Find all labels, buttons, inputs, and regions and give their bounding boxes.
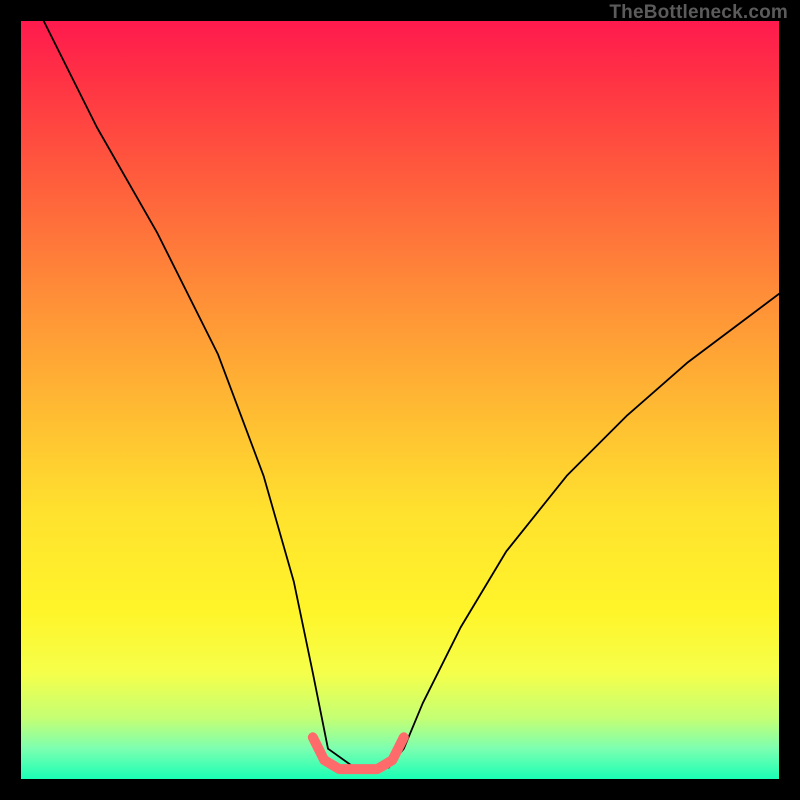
watermark-text: TheBottleneck.com: [609, 2, 788, 24]
chart-svg: [21, 21, 779, 779]
bottleneck-curve: [44, 21, 779, 768]
outer-frame: TheBottleneck.com: [0, 0, 800, 800]
plot-area: [21, 21, 779, 779]
